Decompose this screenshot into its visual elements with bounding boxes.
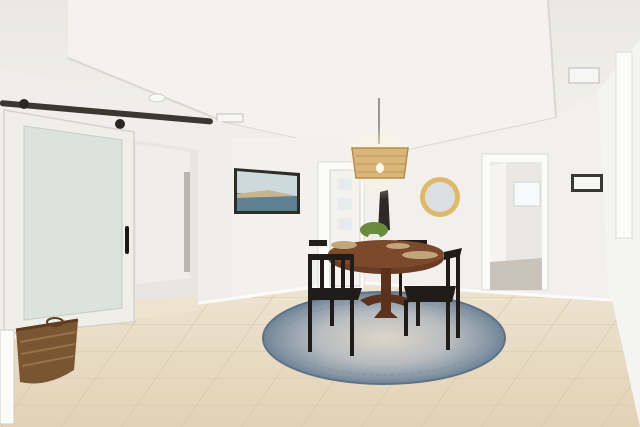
frosted-glass-panel <box>23 125 123 321</box>
window-trim <box>615 51 633 239</box>
side-doorway <box>134 140 198 320</box>
air-vent <box>216 113 244 123</box>
wall-heater <box>0 329 15 425</box>
door-handle <box>125 226 129 254</box>
dining-room-photo <box>0 0 640 427</box>
doorway-trim <box>184 172 190 272</box>
placemat <box>386 243 410 249</box>
air-vent <box>568 67 600 84</box>
door-glass <box>338 218 352 230</box>
framed-artwork <box>234 168 300 214</box>
bathroom-window <box>513 181 541 207</box>
rail-roller <box>115 119 125 129</box>
placemat <box>331 241 357 249</box>
smoke-detector <box>148 93 166 103</box>
door-glass <box>338 198 352 210</box>
rail-roller <box>19 99 29 109</box>
hallway-doorway <box>481 153 549 291</box>
round-mirror <box>420 177 460 217</box>
placemat <box>402 251 438 259</box>
